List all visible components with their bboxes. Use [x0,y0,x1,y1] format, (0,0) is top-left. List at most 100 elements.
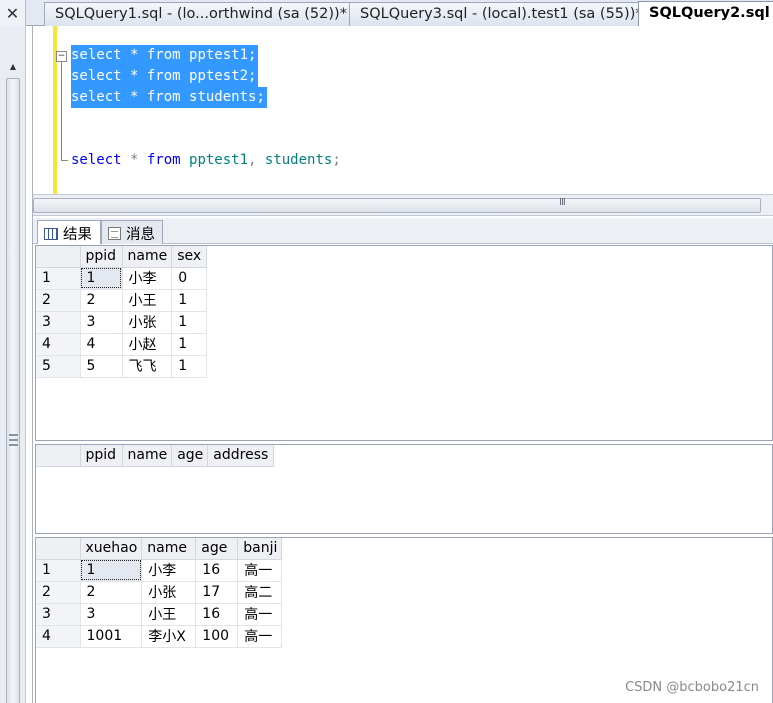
column-header[interactable]: name [122,246,173,268]
grid-cell[interactable]: 小赵 [122,333,173,356]
table-row[interactable]: 2 2 小王 1 [36,289,208,312]
table-row[interactable]: 4 4 小赵 1 [36,333,208,356]
column-header[interactable]: age [171,445,209,467]
result-grid-3[interactable]: xuehao name age banji 1 1 小李 16 高一 2 2 小… [35,537,773,703]
grid-cell[interactable]: 小张 [141,581,197,604]
grid-cell[interactable]: 1 [171,355,208,378]
column-header[interactable]: age [195,538,239,560]
column-header[interactable]: name [141,538,197,560]
grid-cell[interactable]: 李小X [141,625,197,648]
row-number[interactable]: 5 [36,355,81,378]
column-header[interactable]: address [207,445,275,467]
operator-star: * [121,47,147,63]
grid-cell[interactable]: 3 [80,311,123,334]
grid-cell[interactable]: 飞飞 [122,355,173,378]
grid-cell[interactable]: 5 [80,355,123,378]
grid-cell[interactable]: 小李 [141,559,197,582]
scroll-grip-icon [9,434,18,446]
code-line-1[interactable]: select * from pptest1; [71,45,259,66]
row-number[interactable]: 3 [36,311,81,334]
scroll-up-arrow-icon[interactable]: ▲ [5,58,21,74]
vertical-scrollbar[interactable]: ▲ [0,26,26,703]
grid-cell[interactable]: 1 [171,311,208,334]
grid-cell[interactable]: 高二 [237,581,283,604]
table-row[interactable]: 1 1 小李 0 [36,267,208,290]
table-row[interactable]: 3 3 小王 16 高一 [36,603,283,626]
grid-icon [44,227,58,240]
table-identifier: pptest2 [180,68,249,84]
tab-messages-label: 消息 [126,227,155,243]
keyword-select: select [71,68,122,84]
grid-cell[interactable]: 1 [80,267,123,290]
code-line-4[interactable]: select * from pptest1, students; [71,150,341,171]
tab-sqlquery2-active[interactable]: SQLQuery2.sql - ( [638,1,773,27]
grid-cell[interactable]: 1001 [80,625,143,648]
keyword-select: select [71,152,122,168]
grid-corner[interactable] [36,445,81,467]
grid-cell[interactable]: 100 [195,625,239,648]
table-row[interactable]: 3 3 小张 1 [36,311,208,334]
grid-cell[interactable]: 1 [80,559,143,582]
keyword-from: from [146,89,181,105]
collapse-region-icon[interactable]: − [56,51,67,62]
row-number[interactable]: 3 [36,603,81,626]
row-number[interactable]: 2 [36,289,81,312]
watermark-text: CSDN @bcbobo21cn [625,680,759,695]
grid-cell[interactable]: 小张 [122,311,173,334]
grid-cell[interactable]: 小李 [122,267,173,290]
fold-guide-end [61,160,68,161]
scroll-grip-icon: III [559,197,566,208]
table-identifier: pptest1 [180,152,249,168]
horizontal-scrollbar[interactable]: III [33,194,773,216]
grid-cell[interactable]: 17 [195,581,239,604]
column-header[interactable]: ppid [80,445,123,467]
grid-cell[interactable]: 小王 [122,289,173,312]
table-identifier: pptest1 [180,47,249,63]
tab-results[interactable]: 结果 [37,220,101,244]
row-number[interactable]: 1 [36,267,81,290]
document-tab-strip: ✕ SQLQuery1.sql - (lo...orthwind (sa (52… [0,0,773,27]
table-identifier: students [180,89,257,105]
close-icon[interactable]: ✕ [0,0,26,26]
result-grid-1[interactable]: ppid name sex 1 1 小李 0 2 2 小王 1 3 3 小张 1… [35,245,773,441]
grid-cell[interactable]: 小王 [141,603,197,626]
row-number[interactable]: 1 [36,559,81,582]
tab-sqlquery1[interactable]: SQLQuery1.sql - (lo...orthwind (sa (52))… [44,2,354,26]
sql-editor[interactable]: − select * from pptest1; select * from p… [33,26,773,194]
table-row[interactable]: 4 1001 李小X 100 高一 [36,625,283,648]
column-header[interactable]: sex [171,246,208,268]
grid-cell[interactable]: 2 [80,289,123,312]
column-header[interactable]: xuehao [80,538,143,560]
grid-cell[interactable]: 高一 [237,603,283,626]
grid-cell[interactable]: 0 [171,267,208,290]
table-row[interactable]: 5 5 飞飞 1 [36,355,208,378]
grid-cell[interactable]: 1 [171,289,208,312]
table-row[interactable]: 2 2 小张 17 高二 [36,581,283,604]
column-header[interactable]: banji [237,538,283,560]
grid-corner[interactable] [36,246,81,268]
grid-cell[interactable]: 3 [80,603,143,626]
grid-cell[interactable]: 2 [80,581,143,604]
code-line-2[interactable]: select * from pptest2; [71,66,259,87]
grid-corner[interactable] [36,538,81,560]
row-number[interactable]: 4 [36,625,81,648]
horizontal-scroll-thumb[interactable] [33,198,761,213]
grid-cell[interactable]: 16 [195,603,239,626]
keyword-from: from [146,152,181,168]
grid-cell[interactable]: 1 [171,333,208,356]
vertical-scroll-thumb[interactable] [6,78,20,703]
table-row[interactable]: 1 1 小李 16 高一 [36,559,283,582]
row-number[interactable]: 2 [36,581,81,604]
tab-messages[interactable]: 消息 [101,220,163,244]
result-grid-2[interactable]: ppid name age address [35,444,773,534]
column-header[interactable]: ppid [80,246,123,268]
column-header[interactable]: name [122,445,173,467]
grid-cell[interactable]: 4 [80,333,123,356]
tab-sqlquery3[interactable]: SQLQuery3.sql - (local).test1 (sa (55))* [349,2,641,26]
table-identifier: students [256,152,333,168]
grid-cell[interactable]: 高一 [237,625,283,648]
code-line-3[interactable]: select * from students; [71,87,267,108]
grid-cell[interactable]: 高一 [237,559,283,582]
grid-cell[interactable]: 16 [195,559,239,582]
row-number[interactable]: 4 [36,333,81,356]
